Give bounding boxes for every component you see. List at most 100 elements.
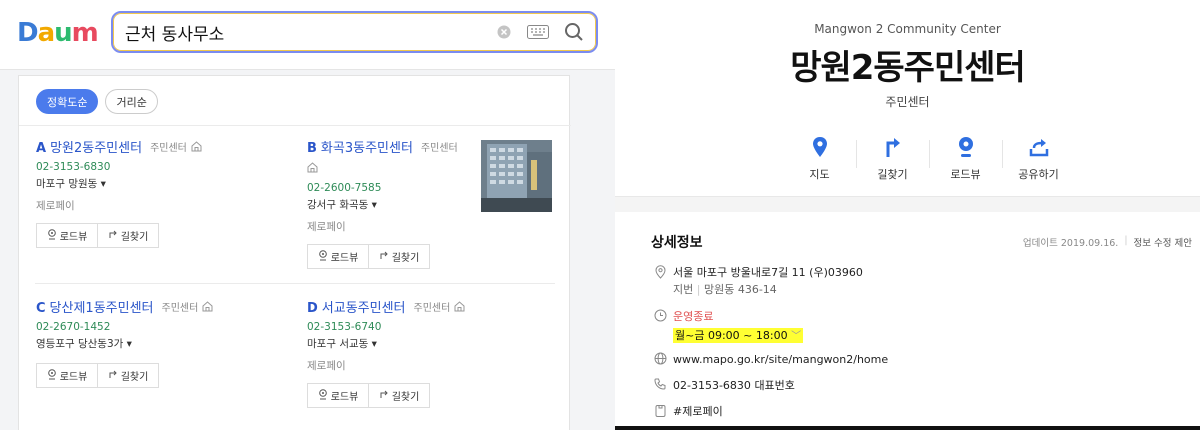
result-phone[interactable]: 02-3153-6740 (307, 321, 557, 333)
directions-icon (379, 389, 389, 402)
directions-button[interactable]: 길찾기 (368, 384, 429, 407)
result-category: 주민센터 (420, 143, 458, 154)
place-actions: 지도 길찾기 로드뷰 공유하기 (783, 134, 1075, 182)
website-row: www.mapo.go.kr/site/mangwon2/home (651, 351, 888, 368)
detail-section-title: 상세정보 (651, 235, 703, 251)
result-item-c[interactable]: C 당산제1동주민센터 주민센터 02-2670-1452 영등포구 당산동3가… (36, 300, 286, 388)
results-panel: 정확도순 거리순 A 망원2동주민센터 주민센터 02-3153-6830 마포… (18, 75, 571, 430)
roadview-button[interactable]: 로드뷰 (37, 364, 97, 387)
result-address[interactable]: 영등포구 당산동3가 ▾ (36, 336, 286, 351)
chevron-down-icon[interactable]: ﹀ (791, 331, 801, 342)
roadview-button[interactable]: 로드뷰 (308, 245, 368, 268)
directions-button[interactable]: 길찾기 (97, 364, 158, 387)
map-button[interactable]: 지도 (783, 134, 856, 182)
share-button[interactable]: 공유하기 (1002, 134, 1075, 182)
clock-icon (651, 309, 669, 322)
result-name[interactable]: 당산제1동주민센터 (50, 300, 154, 317)
address-row: 서울 마포구 방울내로7길 11 (우)03960 지번 | 망원동 436-1… (651, 264, 863, 298)
result-buttons: 로드뷰 길찾기 (307, 383, 430, 408)
daum-logo[interactable]: Daum (17, 16, 99, 50)
roadview-icon (318, 388, 328, 403)
result-letter: D (307, 301, 318, 316)
update-date: 업데이트 2019.09.16. (1022, 238, 1119, 249)
result-name[interactable]: 화곡3동주민센터 (321, 140, 413, 157)
keyboard-icon[interactable] (525, 13, 551, 51)
result-buttons: 로드뷰 길찾기 (36, 363, 159, 388)
globe-icon (651, 352, 669, 365)
directions-icon (108, 369, 118, 382)
result-address[interactable]: 마포구 망원동 ▾ (36, 176, 286, 191)
result-letter: B (307, 141, 317, 156)
divider (35, 283, 555, 284)
result-address[interactable]: 강서구 화곡동 ▾ (307, 197, 472, 212)
update-info: 업데이트 2019.09.16. | 정보 수정 제안 (1022, 235, 1192, 249)
directions-button[interactable]: 길찾기 (97, 224, 158, 247)
result-name[interactable]: 서교동주민센터 (322, 300, 406, 317)
place-english-name: Mangwon 2 Community Center (814, 22, 1001, 36)
bottom-edge (615, 426, 1200, 430)
search-header: Daum (0, 0, 615, 70)
roadview-button[interactable]: 로드뷰 (37, 224, 97, 247)
opening-hours[interactable]: 월~금 09:00 ~ 18:00 ﹀ (673, 328, 804, 343)
operating-status: 운영종료 (673, 310, 714, 323)
search-input[interactable] (125, 20, 485, 44)
sort-options: 정확도순 거리순 (36, 89, 158, 114)
clear-icon[interactable] (493, 13, 515, 51)
sort-distance-button[interactable]: 거리순 (105, 89, 158, 114)
sort-accuracy-button[interactable]: 정확도순 (36, 89, 99, 114)
result-name[interactable]: 망원2동주민센터 (50, 140, 142, 157)
share-icon (1029, 134, 1049, 160)
place-phone[interactable]: 02-3153-6830 (673, 379, 751, 392)
roadview-icon (318, 249, 328, 264)
building-icon (202, 300, 213, 317)
search-results-pane: Daum 정확도순 거리순 A 망원2동주민센터 주민센터 (0, 0, 615, 430)
building-icon (191, 140, 202, 157)
result-category: 주민센터 (161, 303, 199, 314)
result-address[interactable]: 마포구 서교동 ▾ (307, 336, 557, 351)
roadview-icon (47, 228, 57, 243)
search-box (111, 11, 598, 53)
result-phone[interactable]: 02-3153-6830 (36, 161, 286, 173)
result-item-a[interactable]: A 망원2동주민센터 주민센터 02-3153-6830 마포구 망원동 ▾ 제… (36, 140, 286, 248)
phone-label: 대표번호 (754, 379, 795, 392)
search-icon[interactable] (561, 13, 587, 51)
roadview-icon (957, 134, 975, 160)
result-item-d[interactable]: D 서교동주민센터 주민센터 02-3153-6740 마포구 서교동 ▾ 제로… (307, 300, 557, 408)
result-pay: 제로페이 (307, 360, 346, 372)
website-link[interactable]: www.mapo.go.kr/site/mangwon2/home (673, 351, 888, 368)
phone-icon (651, 378, 669, 390)
building-icon (454, 300, 465, 317)
map-pin-icon (812, 134, 828, 160)
building-icon (307, 161, 318, 178)
result-pay: 제로페이 (307, 221, 346, 233)
section-separator (615, 196, 1200, 212)
phone-row: 02-3153-6830 대표번호 (651, 377, 795, 394)
result-phone[interactable]: 02-2600-7585 (307, 182, 472, 194)
tag-icon (651, 404, 669, 417)
result-phone[interactable]: 02-2670-1452 (36, 321, 286, 333)
result-letter: A (36, 141, 47, 156)
result-buttons: 로드뷰 길찾기 (36, 223, 159, 248)
roadview-icon (47, 368, 57, 383)
tag-row: #제로페이 (651, 403, 723, 420)
directions-button[interactable]: 길찾기 (368, 245, 429, 268)
result-item-b[interactable]: B 화곡3동주민센터 주민센터 02-2600-7585 강서구 화곡동 ▾ 제… (307, 140, 472, 269)
roadview-button[interactable]: 로드뷰 (308, 384, 368, 407)
directions-icon (108, 229, 118, 242)
directions-icon (884, 134, 902, 160)
hours-row: 운영종료 월~금 09:00 ~ 18:00 ﹀ (651, 308, 804, 345)
divider (19, 125, 571, 126)
roadview-button[interactable]: 로드뷰 (929, 134, 1002, 182)
jibun-label: 지번 (673, 283, 694, 296)
zeropay-tag[interactable]: #제로페이 (673, 403, 723, 420)
place-title: 망원2동주민센터 (790, 48, 1026, 88)
directions-button[interactable]: 길찾기 (856, 134, 929, 182)
result-b-thumbnail[interactable] (481, 140, 552, 212)
place-detail-pane: Mangwon 2 Community Center 망원2동주민센터 주민센터… (615, 0, 1200, 430)
result-buttons: 로드뷰 길찾기 (307, 244, 430, 269)
location-icon (651, 265, 669, 279)
result-letter: C (36, 301, 46, 316)
place-address[interactable]: 서울 마포구 방울내로7길 11 (우)03960 (673, 264, 863, 281)
suggest-edit-link[interactable]: 정보 수정 제안 (1134, 235, 1192, 249)
jibun-address: 망원동 436-14 (703, 283, 777, 296)
